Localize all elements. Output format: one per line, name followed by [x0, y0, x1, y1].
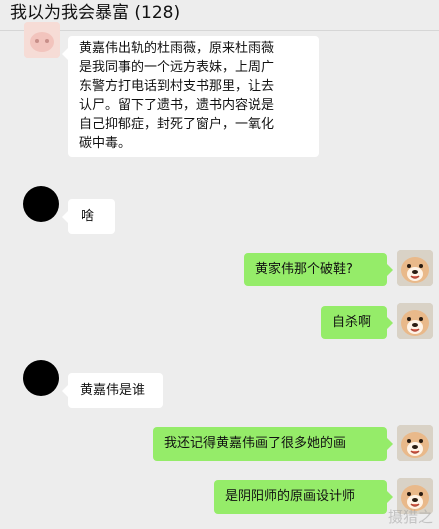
message-text: 自杀啊	[332, 315, 372, 330]
black-avatar[interactable]	[23, 360, 59, 396]
black-avatar[interactable]	[23, 186, 59, 222]
message-text: 黄嘉伟是谁	[80, 383, 146, 398]
chat-header: 我以为我会暴富 (128)	[0, 0, 439, 30]
message-bubble[interactable]: 黄家伟那个破鞋?	[244, 253, 393, 286]
message-text: 黄家伟那个破鞋?	[255, 262, 353, 277]
dog-avatar[interactable]	[397, 303, 433, 339]
header-divider	[0, 30, 439, 31]
message-line: 黄嘉伟出轨的杜雨薇，原来杜雨薇	[79, 41, 275, 56]
message-bubble[interactable]: 黄嘉伟是谁	[62, 373, 163, 408]
message-bubble[interactable]: 是阴阳师的原画设计师	[214, 480, 393, 514]
watermark-text: 摄猎之	[387, 508, 433, 526]
dog-avatar[interactable]	[397, 250, 433, 286]
message-text: 是阴阳师的原画设计师	[225, 489, 356, 504]
message-line: 碳中毒。	[79, 136, 132, 151]
dog-avatar[interactable]	[397, 425, 433, 461]
message-bubble[interactable]: 黄嘉伟出轨的杜雨薇，原来杜雨薇 是我同事的一个远方表妹，上周广 东警方打电话到村…	[62, 36, 319, 157]
message-bubble[interactable]: 我还记得黄嘉伟画了很多她的画	[153, 427, 393, 461]
message-line: 认尸。留下了遗书，遗书内容说是	[79, 98, 275, 113]
pink-avatar[interactable]	[24, 22, 60, 58]
message-text: 我还记得黄嘉伟画了很多她的画	[164, 436, 347, 451]
message-bubble[interactable]: 啥	[62, 199, 115, 234]
chat-title[interactable]: 我以为我会暴富 (128)	[10, 3, 180, 23]
message-line: 自己抑郁症，封死了窗户，一氧化	[79, 117, 275, 132]
message-bubble[interactable]: 自杀啊	[321, 306, 393, 339]
message-line: 是我同事的一个远方表妹，上周广	[79, 60, 275, 75]
message-line: 东警方打电话到村支书那里，让去	[79, 79, 275, 94]
message-text: 啥	[81, 209, 95, 224]
